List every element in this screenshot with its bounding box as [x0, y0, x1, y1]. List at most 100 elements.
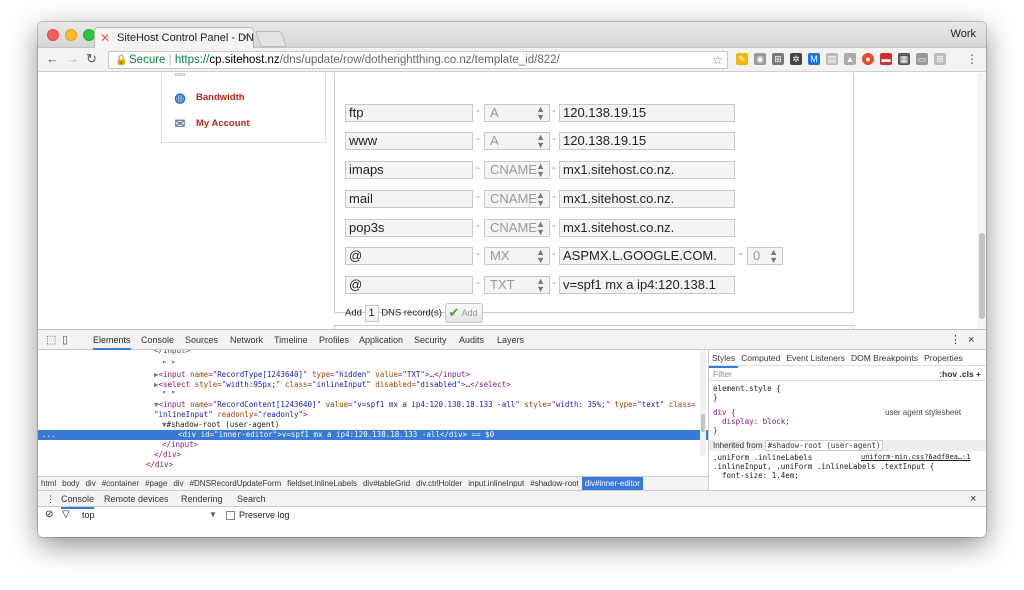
extension-chrome-icon[interactable]: ●	[862, 53, 874, 65]
breadcrumb-item[interactable]: div	[170, 477, 186, 490]
bookmark-star-icon[interactable]: ☆	[712, 52, 723, 68]
extension-cast-icon[interactable]: ▭	[916, 53, 928, 65]
uniform-source-link[interactable]: uniform-min.css?6adf0ea…:1	[861, 453, 971, 462]
console-context-select[interactable]: top	[82, 507, 95, 523]
tab-dom-breakpoints[interactable]: DOM Breakpoints	[848, 350, 921, 366]
close-window-button[interactable]	[47, 29, 59, 41]
clear-console-icon[interactable]: ⊘	[45, 507, 53, 523]
dom-node-line[interactable]: </div>	[38, 450, 708, 460]
browser-menu-icon[interactable]: ⋮	[966, 52, 978, 66]
drawer-close-icon[interactable]: ×	[970, 491, 976, 507]
dom-node-line[interactable]: ... <div id="inner-editor">v=spf1 mx a ip…	[38, 430, 708, 440]
reload-icon[interactable]: ↻	[86, 52, 97, 66]
drawer-tab-search[interactable]: Search	[237, 491, 266, 507]
record-name-input[interactable]: imaps	[345, 161, 473, 179]
sidebar-item-bandwidth[interactable]: ◍ Bandwidth	[170, 87, 244, 109]
record-content-input[interactable]: mx1.sitehost.co.nz.	[559, 161, 735, 179]
record-name-input[interactable]: mail	[345, 190, 473, 208]
devtools-close-icon[interactable]: ×	[968, 330, 974, 350]
extension-page-icon[interactable]: ▤	[826, 53, 838, 65]
tab-sources[interactable]: Sources	[185, 330, 218, 350]
record-content-input[interactable]: mx1.sitehost.co.nz.	[559, 219, 735, 237]
extension-m-icon[interactable]: M	[808, 53, 820, 65]
forward-icon[interactable]: →	[66, 52, 79, 66]
browser-tab[interactable]: ✕ SiteHost Control Panel - DNS ×	[94, 27, 254, 48]
minimize-window-button[interactable]	[65, 29, 77, 41]
breadcrumb-item[interactable]: div.ctrlHolder	[413, 477, 465, 490]
page-scrollbar-thumb[interactable]	[979, 233, 985, 319]
breadcrumb-item[interactable]: div#inner-editor	[581, 477, 643, 490]
tab-event-listeners[interactable]: Event Listeners	[783, 350, 848, 366]
record-type-select[interactable]: A ▲ ▼	[484, 104, 550, 122]
record-content-input[interactable]: 120.138.19.15	[559, 132, 735, 150]
dom-node-line[interactable]: " "	[38, 360, 708, 370]
tab-audits[interactable]: Audits	[459, 330, 484, 350]
inspect-element-icon[interactable]: ⬚	[46, 330, 56, 350]
tab-computed[interactable]: Computed	[738, 350, 783, 366]
extension-camera-icon[interactable]: ◉	[754, 53, 766, 65]
record-content-input[interactable]: ASPMX.L.GOOGLE.COM.	[559, 247, 735, 265]
dom-node-line[interactable]: " "	[38, 390, 708, 400]
dom-node-line[interactable]: "inlineInput" readonly="readonly">	[38, 410, 708, 420]
tab-layers[interactable]: Layers	[497, 330, 524, 350]
breadcrumb-item[interactable]: #page	[142, 477, 170, 490]
record-type-select[interactable]: CNAME ▲ ▼	[484, 190, 550, 208]
preserve-log-checkbox[interactable]	[226, 511, 235, 520]
extension-grid-icon[interactable]: ⊞	[934, 53, 946, 65]
record-type-select[interactable]: TXT ▲ ▼	[484, 276, 550, 294]
drawer-menu-icon[interactable]: ⋮	[46, 491, 55, 507]
record-name-input[interactable]: ftp	[345, 104, 473, 122]
sidebar-item-monitoring[interactable]: ▣	[170, 73, 196, 81]
record-name-input[interactable]: www	[345, 132, 473, 150]
extension-ruler-icon[interactable]: ⊞	[772, 53, 784, 65]
tab-application[interactable]: Application	[359, 330, 403, 350]
tab-timeline[interactable]: Timeline	[274, 330, 308, 350]
devtools-menu-icon[interactable]: ⋮	[950, 330, 961, 350]
record-type-select[interactable]: MX ▲ ▼	[484, 247, 550, 265]
tab-profiles[interactable]: Profiles	[319, 330, 349, 350]
breadcrumb-item[interactable]: fieldset.inlineLabels	[284, 477, 360, 490]
breadcrumb-item[interactable]: #shadow-root	[527, 477, 581, 490]
record-name-input[interactable]: @	[345, 276, 473, 294]
sidebar-item-my-account[interactable]: ✉ My Account	[170, 113, 250, 135]
tab-network[interactable]: Network	[230, 330, 263, 350]
dom-node-line[interactable]: </div>	[38, 460, 708, 470]
tab-security[interactable]: Security	[414, 330, 447, 350]
elements-scrollbar[interactable]	[700, 350, 706, 456]
record-content-input[interactable]: 120.138.19.15	[559, 104, 735, 122]
dom-node-line[interactable]: </input>	[38, 350, 708, 356]
new-tab-button[interactable]	[255, 31, 287, 47]
breadcrumb-item[interactable]: div	[82, 477, 98, 490]
extension-gear-icon[interactable]: ✲	[790, 53, 802, 65]
inherited-from[interactable]: #shadow-root (user-agent)	[764, 440, 884, 451]
dom-node-line[interactable]: ▶<input name="RecordType[1243640]" type=…	[38, 370, 708, 380]
address-bar[interactable]: 🔒 Secure | https://cp.sitehost.nz/dns/up…	[108, 51, 728, 69]
tab-console[interactable]: Console	[141, 330, 174, 350]
dom-node-line[interactable]: ▶<select style="width:95px;" class="inli…	[38, 380, 708, 390]
tab-properties[interactable]: Properties	[921, 350, 966, 366]
tab-elements[interactable]: Elements	[93, 330, 131, 350]
record-content-input[interactable]: mx1.sitehost.co.nz.	[559, 190, 735, 208]
mx-priority-select[interactable]: 0 ▲ ▼	[747, 247, 783, 265]
drawer-tab-rendering[interactable]: Rendering	[181, 491, 223, 507]
breadcrumb-item[interactable]: #DNSRecordUpdateForm	[187, 477, 285, 490]
tab-close-icon[interactable]: ×	[242, 28, 248, 48]
record-type-select[interactable]: CNAME ▲ ▼	[484, 161, 550, 179]
elements-tree[interactable]: </input> " " ▶<input name="RecordType[1243…	[38, 350, 708, 476]
breadcrumb-item[interactable]: input.inlineInput	[465, 477, 527, 490]
dom-node-line[interactable]: ▼<input name="RecordContent[1243640]" va…	[38, 400, 708, 410]
dom-node-line[interactable]: </input>	[38, 440, 708, 450]
breadcrumb-item[interactable]: div#tableGrid	[360, 477, 413, 490]
record-name-input[interactable]: @	[345, 247, 473, 265]
record-type-select[interactable]: A ▲ ▼	[484, 132, 550, 150]
node-ellipsis[interactable]: ...	[42, 430, 56, 440]
record-name-input[interactable]: pop3s	[345, 219, 473, 237]
profile-name[interactable]: Work	[951, 28, 976, 40]
add-count-input[interactable]: 1	[364, 304, 379, 322]
context-dropdown-icon[interactable]: ▼	[209, 507, 217, 523]
elements-scrollbar-thumb[interactable]	[701, 414, 705, 432]
breadcrumb-item[interactable]: #container	[99, 477, 142, 490]
extension-drop-icon[interactable]: ▲	[844, 53, 856, 65]
tab-styles[interactable]: Styles	[709, 350, 739, 368]
breadcrumb-item[interactable]: html	[38, 477, 59, 490]
